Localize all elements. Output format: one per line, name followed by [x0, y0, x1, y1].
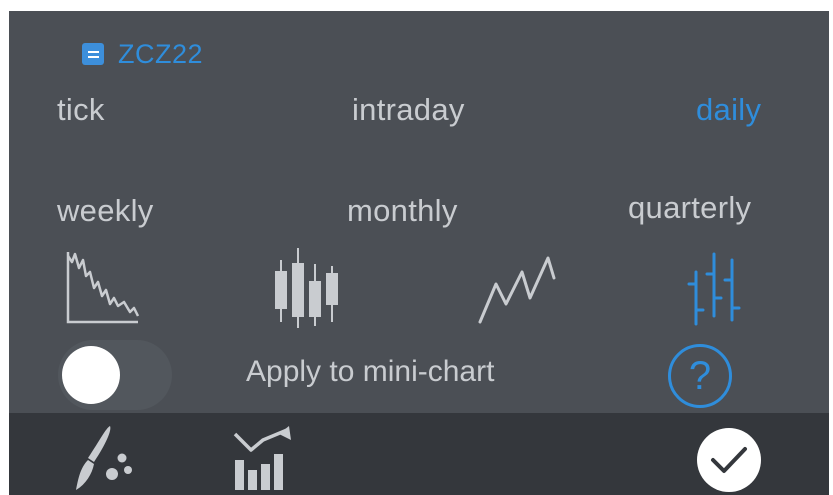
period-daily[interactable]: daily: [696, 92, 761, 128]
checkmark-icon: [711, 447, 747, 473]
symbol-label: ZCZ22: [118, 38, 204, 69]
toggle-knob: [62, 346, 120, 404]
mini-chart-toggle[interactable]: [58, 340, 172, 410]
line-chart-icon[interactable]: [476, 252, 556, 326]
help-button[interactable]: ?: [668, 344, 732, 408]
symbol-header: ZCZ22: [82, 38, 203, 70]
area-chart-icon[interactable]: [62, 250, 142, 326]
period-quarterly[interactable]: quarterly: [628, 190, 751, 226]
period-monthly[interactable]: monthly: [347, 193, 458, 229]
period-weekly[interactable]: weekly: [57, 193, 154, 229]
paintbrush-icon[interactable]: [72, 424, 138, 494]
candlestick-chart-icon[interactable]: [272, 246, 344, 330]
period-intraday[interactable]: intraday: [352, 92, 465, 128]
question-mark-icon: ?: [688, 354, 712, 398]
period-tick[interactable]: tick: [57, 92, 105, 128]
ohlc-bar-chart-icon[interactable]: [686, 250, 746, 328]
confirm-button[interactable]: [697, 428, 761, 492]
chart-trend-icon[interactable]: [229, 424, 295, 492]
document-icon[interactable]: [82, 43, 104, 65]
mini-chart-label: Apply to mini-chart: [246, 355, 495, 388]
